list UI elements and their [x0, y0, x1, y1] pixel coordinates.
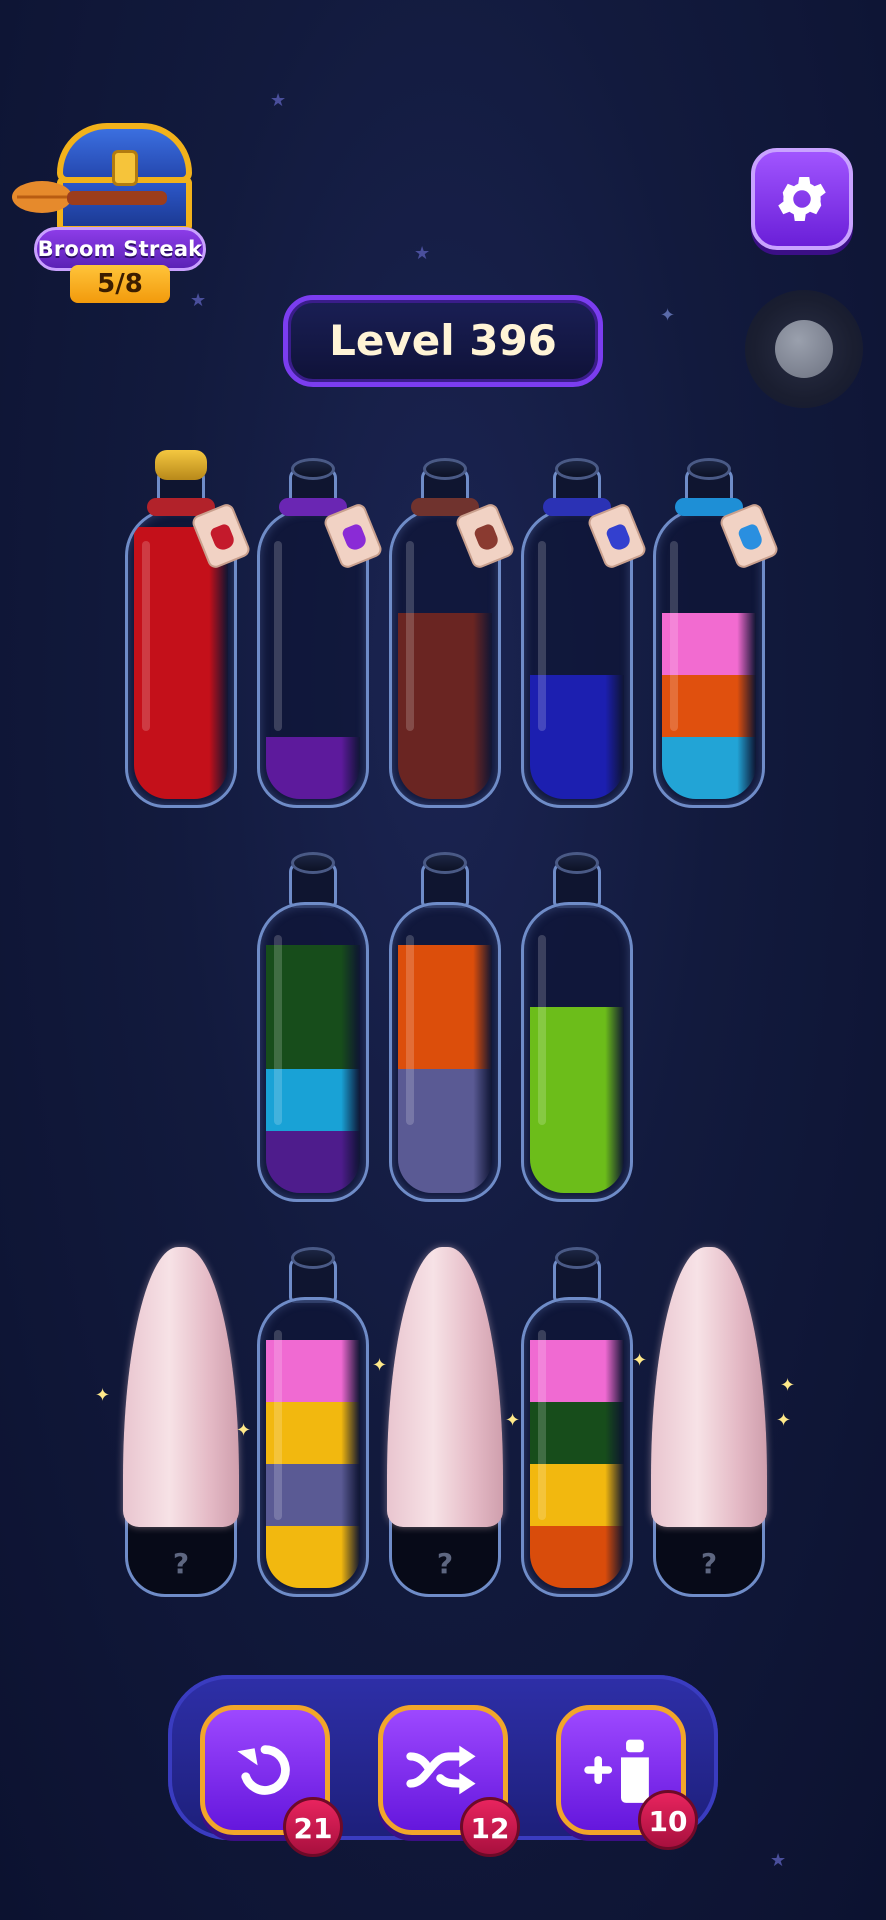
settings-button[interactable] [751, 148, 853, 250]
undo-count-badge: 21 [283, 1797, 343, 1857]
cork-stopper [155, 450, 207, 480]
cloth-cover [387, 1247, 503, 1527]
add-bottle-count-badge: 10 [638, 1790, 698, 1850]
sparkle-decoration: ✦ [776, 1410, 792, 1431]
covered-bottle[interactable]: ? [651, 1247, 767, 1597]
bottle[interactable] [125, 450, 252, 808]
broom-icon [12, 181, 167, 213]
bottle[interactable] [521, 458, 648, 808]
undo-icon [237, 1745, 290, 1795]
hidden-bottle-question-mark: ? [700, 1547, 718, 1580]
potion-icon [340, 522, 369, 553]
bottle[interactable] [521, 1247, 633, 1597]
bottle-cap [291, 852, 335, 874]
bottle[interactable] [257, 458, 384, 808]
star-decoration: ★ [414, 243, 431, 264]
covered-bottle[interactable]: ? [123, 1247, 239, 1597]
covered-bottle[interactable]: ? [387, 1247, 503, 1597]
potion-icon [472, 522, 501, 553]
glass-shine [670, 541, 678, 731]
star-decoration: ★ [270, 90, 287, 111]
bottle-cap [555, 852, 599, 874]
glass-shine [274, 935, 282, 1125]
bottle-cap [555, 1247, 599, 1269]
bottle[interactable] [653, 458, 780, 808]
hidden-bottle-question-mark: ? [436, 1547, 454, 1580]
liquid-layer [398, 1131, 492, 1193]
liquid-layer [266, 1526, 360, 1588]
bottle-glass [257, 902, 369, 1202]
joystick-control[interactable] [745, 290, 863, 408]
glass-shine [274, 1330, 282, 1520]
glass-shine [274, 541, 282, 731]
glass-shine [142, 541, 150, 731]
liquid-layer [266, 737, 360, 799]
star-decoration: ★ [770, 1850, 787, 1871]
bottle-cap [291, 1247, 335, 1269]
glass-shine [406, 935, 414, 1125]
level-indicator: Level 396 [283, 295, 603, 387]
sparkle-decoration: ✦ [780, 1375, 796, 1396]
star-decoration: ✦ [660, 305, 676, 326]
cloth-cover [123, 1247, 239, 1527]
add-bottle-icon [584, 1739, 649, 1803]
glass-shine [538, 935, 546, 1125]
bottle-glass [521, 902, 633, 1202]
potion-icon [736, 522, 765, 553]
cloth-cover [651, 1247, 767, 1527]
bottle-cap [555, 458, 599, 480]
liquid-layer [662, 737, 756, 799]
sparkle-decoration: ✦ [372, 1355, 388, 1376]
liquid-layer [134, 731, 228, 799]
bottle-glass [389, 902, 501, 1202]
streak-count: 5/8 [70, 265, 170, 303]
bottle-cap [423, 852, 467, 874]
sparkle-decoration: ✦ [632, 1350, 648, 1371]
glass-shine [538, 541, 546, 731]
gear-icon [778, 177, 826, 221]
bottle[interactable] [257, 1247, 369, 1597]
bottle-cap [291, 458, 335, 480]
liquid-layer [530, 1131, 624, 1193]
potion-icon [208, 522, 237, 553]
liquid-stack [266, 737, 360, 799]
broom-streak-badge[interactable]: Broom Streak 5/8 [12, 115, 212, 305]
bottle[interactable] [389, 852, 501, 1202]
liquid-layer [530, 737, 624, 799]
glass-shine [538, 1330, 546, 1520]
glass-shine [406, 541, 414, 731]
sparkle-decoration: ✦ [505, 1410, 521, 1431]
joystick-knob[interactable] [775, 320, 833, 378]
hidden-bottle-question-mark: ? [172, 1547, 190, 1580]
bottle-glass [257, 1297, 369, 1597]
liquid-layer [530, 1526, 624, 1588]
liquid-layer [266, 1131, 360, 1193]
sparkle-decoration: ✦ [95, 1385, 111, 1406]
sparkle-decoration: ✦ [236, 1420, 252, 1441]
shuffle-count-badge: 12 [460, 1797, 520, 1857]
shuffle-icon [406, 1745, 476, 1795]
bottle-cap [423, 458, 467, 480]
bottle-glass [521, 1297, 633, 1597]
liquid-layer [398, 737, 492, 799]
bottle[interactable] [257, 852, 369, 1202]
bottle-cap [687, 458, 731, 480]
bottle[interactable] [389, 458, 516, 808]
bottle[interactable] [521, 852, 633, 1202]
potion-icon [604, 522, 633, 553]
